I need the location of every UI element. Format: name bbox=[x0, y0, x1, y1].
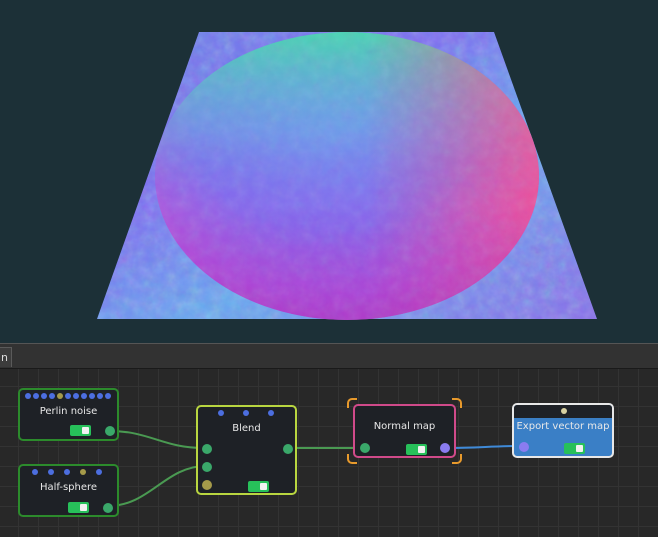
port-icon[interactable] bbox=[96, 469, 102, 475]
panel-tab[interactable]: n bbox=[0, 347, 12, 367]
port-icon[interactable] bbox=[32, 469, 38, 475]
node-title: Half-sphere bbox=[39, 482, 98, 493]
node-title: Blend bbox=[232, 423, 261, 434]
panel-tabstrip: n bbox=[0, 344, 658, 369]
port-icon[interactable] bbox=[65, 393, 71, 399]
node-half-sphere[interactable]: Half-sphere bbox=[18, 464, 119, 517]
port-icon[interactable] bbox=[218, 410, 224, 416]
node-blend[interactable]: Blend bbox=[196, 405, 297, 495]
perlin-input-ports bbox=[25, 393, 114, 401]
link-halfsphere-blend bbox=[107, 465, 207, 507]
output-port-icon[interactable] bbox=[103, 503, 113, 513]
port-icon[interactable] bbox=[57, 393, 63, 399]
enable-toggle[interactable] bbox=[70, 425, 91, 436]
input-port-icon[interactable] bbox=[360, 443, 370, 453]
port-icon[interactable] bbox=[41, 393, 47, 399]
port-icon[interactable] bbox=[80, 469, 86, 475]
port-icon[interactable] bbox=[268, 410, 274, 416]
halfsphere-input-ports bbox=[32, 469, 112, 477]
port-icon[interactable] bbox=[105, 393, 111, 399]
port-icon[interactable] bbox=[25, 393, 31, 399]
port-icon[interactable] bbox=[49, 393, 55, 399]
port-icon[interactable] bbox=[33, 393, 39, 399]
node-perlin-noise[interactable]: Perlin noise bbox=[18, 388, 119, 441]
node-title: Perlin noise bbox=[39, 406, 98, 417]
normal-map-preview bbox=[97, 32, 597, 320]
output-port-icon[interactable] bbox=[440, 443, 450, 453]
3d-viewport[interactable] bbox=[0, 0, 658, 343]
port-icon[interactable] bbox=[97, 393, 103, 399]
enable-toggle[interactable] bbox=[564, 443, 585, 454]
port-icon[interactable] bbox=[48, 469, 54, 475]
input-port-icon[interactable] bbox=[202, 480, 212, 490]
enable-toggle[interactable] bbox=[406, 444, 427, 455]
enable-toggle[interactable] bbox=[68, 502, 89, 513]
port-icon[interactable] bbox=[561, 408, 567, 414]
port-icon[interactable] bbox=[81, 393, 87, 399]
port-icon[interactable] bbox=[64, 469, 70, 475]
link-perlin-blend bbox=[109, 430, 207, 450]
input-port-icon[interactable] bbox=[202, 462, 212, 472]
node-normal-map[interactable]: Normal map bbox=[353, 404, 456, 458]
node-graph-panel: n Perlin noise Half-sphere Blend Normal … bbox=[0, 343, 658, 537]
port-icon[interactable] bbox=[243, 410, 249, 416]
output-port-icon[interactable] bbox=[105, 426, 115, 436]
blend-input-ports bbox=[218, 410, 278, 418]
output-port-icon[interactable] bbox=[283, 444, 293, 454]
input-port-icon[interactable] bbox=[202, 444, 212, 454]
enable-toggle[interactable] bbox=[248, 481, 269, 492]
node-graph-canvas[interactable]: Perlin noise Half-sphere Blend Normal ma… bbox=[0, 369, 658, 537]
node-export-vector-map[interactable]: Export vector map bbox=[512, 403, 614, 458]
node-title: Export vector map bbox=[516, 421, 610, 432]
node-title: Normal map bbox=[373, 421, 436, 432]
input-port-icon[interactable] bbox=[519, 442, 529, 452]
port-icon[interactable] bbox=[73, 393, 79, 399]
port-icon[interactable] bbox=[89, 393, 95, 399]
